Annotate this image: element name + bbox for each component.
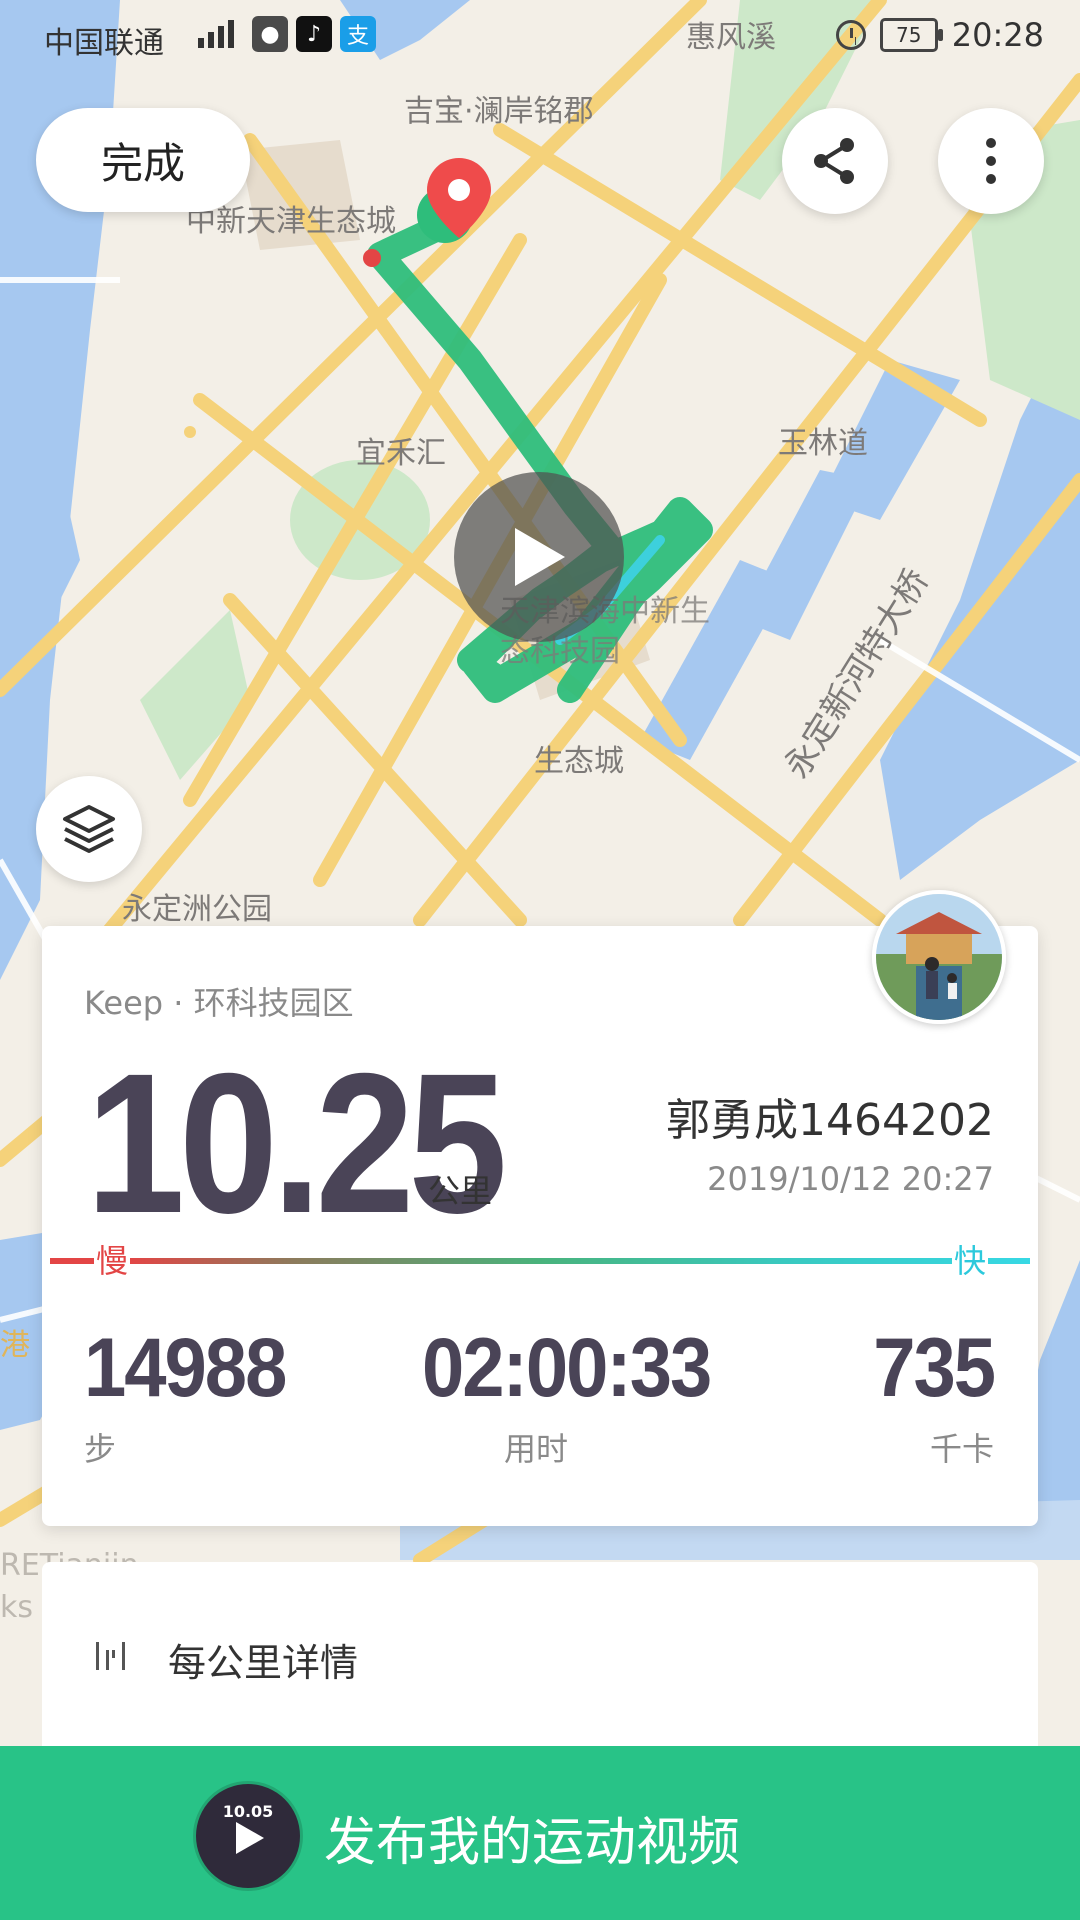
map-label-yihehui: 宜禾汇: [356, 436, 446, 471]
calories-label: 千卡: [929, 1430, 994, 1468]
publish-video-label: 发布我的运动视频: [324, 1813, 741, 1873]
alipay-icon: 支: [340, 16, 376, 52]
bar-list-icon: [96, 1642, 125, 1670]
share-button[interactable]: [782, 108, 888, 214]
wechat-icon: ●: [252, 16, 288, 52]
distance-value: 10.25: [86, 1031, 507, 1255]
status-icons: ● ♪ 支: [190, 16, 376, 52]
per-km-details-row[interactable]: 每公里详情: [42, 1562, 1038, 1762]
workout-datetime: 2019/10/12 20:27: [707, 1160, 994, 1198]
duration-value: 02:00:33: [422, 1321, 712, 1415]
workout-summary-card: Keep · 环科技园区 10.25 公里 郭勇成1464202 2019/10…: [42, 926, 1038, 1526]
more-vertical-icon: [986, 138, 996, 184]
play-icon: [236, 1822, 264, 1854]
slow-label: 慢: [94, 1236, 131, 1282]
steps-value: 14988: [84, 1321, 287, 1415]
alarm-icon: [835, 20, 866, 50]
publish-video-button[interactable]: 10.05 发布我的运动视频: [0, 1746, 1080, 1920]
map-label-yulindao: 玉林道: [778, 426, 868, 461]
duration-label: 用时: [504, 1430, 569, 1468]
play-icon: [515, 528, 565, 586]
status-bar: 中国联通 ● ♪ 支 75 20:28: [0, 0, 1080, 72]
done-button[interactable]: 完成: [36, 108, 250, 212]
battery-icon: 75: [879, 18, 943, 52]
map-layers-button[interactable]: [36, 776, 142, 882]
map-label-ks: ks: [0, 1590, 34, 1625]
carrier-name: 中国联通: [44, 26, 164, 61]
replay-route-button[interactable]: [454, 472, 624, 642]
signal-icon: [190, 16, 244, 52]
workout-source: Keep · 环科技园区: [84, 984, 354, 1022]
layers-icon: [63, 805, 115, 853]
map-label-shengtaicheng: 生态城: [534, 744, 624, 779]
pace-gradient-bar: [50, 1258, 1030, 1264]
status-time: 20:28: [951, 16, 1044, 54]
avatar-photo: [876, 894, 1002, 1020]
video-thumbnail: 10.05: [196, 1784, 300, 1888]
user-name: 郭勇成1464202: [666, 1095, 994, 1146]
steps-label: 步: [84, 1430, 117, 1468]
user-avatar[interactable]: [872, 890, 1006, 1024]
map-label-jibao: 吉宝·澜岸铭郡: [404, 94, 594, 129]
fast-label: 快: [951, 1236, 988, 1282]
share-icon: [814, 138, 854, 184]
more-button[interactable]: [938, 108, 1044, 214]
tiktok-icon: ♪: [296, 16, 332, 52]
per-km-details-title: 每公里详情: [168, 1641, 359, 1685]
calories-value: 735: [873, 1321, 996, 1415]
status-right: 75 20:28: [835, 16, 1044, 54]
distance-unit: 公里: [428, 1172, 493, 1210]
map-label-park: 永定洲公园: [122, 892, 272, 927]
map-label-gang: 港: [0, 1328, 30, 1363]
